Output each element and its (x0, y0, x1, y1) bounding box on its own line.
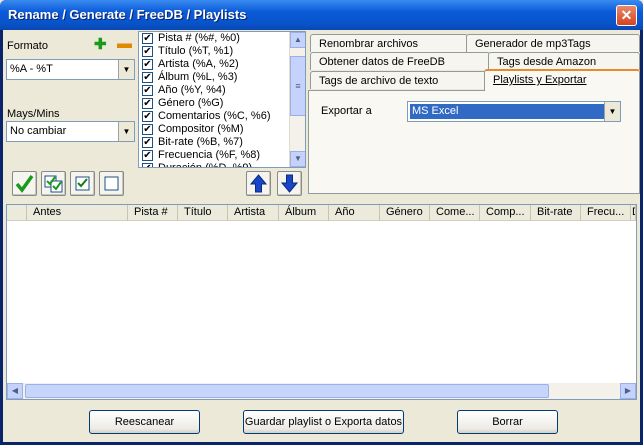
window-title: Rename / Generate / FreeDB / Playlists (8, 7, 247, 22)
delete-button[interactable]: Borrar (457, 410, 558, 434)
rescan-button[interactable]: Reescanear (89, 410, 200, 434)
arrow-down-icon (280, 174, 299, 193)
checkbox-icon[interactable]: ✔ (142, 33, 153, 44)
tab-generador[interactable]: Generador de mp3Tags (466, 34, 640, 52)
grid-col[interactable]: Frecu... (581, 205, 631, 221)
checkbox-checked-button[interactable] (70, 171, 95, 196)
grid-col[interactable]: Año (329, 205, 380, 221)
checkbox-icon[interactable]: ✔ (142, 163, 153, 167)
grid-col[interactable]: Artista (228, 205, 279, 221)
title-bar: Rename / Generate / FreeDB / Playlists ✕ (0, 0, 643, 30)
tab-texto[interactable]: Tags de archivo de texto (310, 71, 486, 89)
grid-col[interactable]: D (631, 205, 636, 221)
green-check-icon (15, 174, 34, 193)
grid-col[interactable]: Antes (27, 205, 128, 221)
checkbox-checked-icon (75, 176, 90, 191)
export-value: MS Excel (410, 104, 604, 119)
field-row[interactable]: ✔ Género (%G) (139, 97, 305, 110)
client-area: Formato ✚ ▬ %A - %T ▼ Mays/Mins No cambi… (3, 30, 640, 442)
tab-playlists[interactable]: Playlists y Exportar (484, 69, 640, 91)
field-row[interactable]: ✔ Artista (%A, %2) (139, 58, 305, 71)
plus-icon[interactable]: ✚ (94, 35, 107, 53)
checkbox-icon[interactable]: ✔ (142, 72, 153, 83)
field-row[interactable]: ✔ Título (%T, %1) (139, 45, 305, 58)
field-row[interactable]: ✔ Frecuencia (%F, %8) (139, 149, 305, 162)
grid-col[interactable]: Título (178, 205, 228, 221)
field-label: Compositor (%M) (158, 123, 244, 135)
field-label: Frecuencia (%F, %8) (158, 149, 261, 161)
grid-col[interactable]: Género (380, 205, 430, 221)
scroll-thumb[interactable]: ≡ (290, 56, 305, 116)
checkbox-icon[interactable]: ✔ (142, 150, 153, 161)
field-row[interactable]: ✔ Año (%Y, %4) (139, 84, 305, 97)
field-label: Título (%T, %1) (158, 45, 234, 57)
field-label: Comentarios (%C, %6) (158, 110, 271, 122)
tab-amazon[interactable]: Tags desde Amazon (488, 52, 640, 70)
grid-col[interactable]: Comp... (480, 205, 531, 221)
chevron-down-icon[interactable]: ▼ (118, 60, 134, 79)
mays-combo[interactable]: No cambiar ▼ (6, 121, 135, 142)
scroll-thumb[interactable] (25, 384, 549, 398)
arrow-up-icon (249, 174, 268, 193)
scroll-down-icon[interactable]: ▼ (290, 151, 305, 167)
formato-value: %A - %T (10, 63, 53, 75)
field-label: Bit-rate (%B, %7) (158, 136, 243, 148)
grid-header: Antes Pista # Título Artista Álbum Año G… (7, 205, 636, 221)
close-button[interactable]: ✕ (616, 5, 637, 26)
checkbox-icon[interactable]: ✔ (142, 111, 153, 122)
tab-freedb[interactable]: Obtener datos de FreeDB (310, 52, 490, 70)
save-export-button[interactable]: Guardar playlist o Exporta datos (243, 410, 404, 434)
field-label: Género (%G) (158, 97, 224, 109)
vertical-scrollbar[interactable]: ▲ ≡ ▼ (289, 32, 305, 167)
checkbox-empty-icon (104, 176, 119, 191)
window: Rename / Generate / FreeDB / Playlists ✕… (0, 0, 643, 445)
checkbox-icon[interactable]: ✔ (142, 124, 153, 135)
grid-col[interactable]: Come... (430, 205, 480, 221)
file-grid[interactable]: Antes Pista # Título Artista Álbum Año G… (6, 204, 637, 400)
scroll-left-icon[interactable]: ◀ (7, 383, 23, 399)
field-row[interactable]: ✔ Comentarios (%C, %6) (139, 110, 305, 123)
checkbox-icon[interactable]: ✔ (142, 59, 153, 70)
checkbox-icon[interactable]: ✔ (142, 46, 153, 57)
field-row[interactable]: ✔ Álbum (%L, %3) (139, 71, 305, 84)
field-row[interactable]: ✔ Bit-rate (%B, %7) (139, 136, 305, 149)
field-checklist[interactable]: ✔ Pista # (%#, %0) ✔ Título (%T, %1) ✔ Artist… (138, 31, 306, 168)
scroll-up-icon[interactable]: ▲ (290, 32, 305, 48)
field-row[interactable]: ✔ Pista # (%#, %0) (139, 32, 305, 45)
field-row[interactable]: ✔ Compositor (%M) (139, 123, 305, 136)
multi-check-icon (44, 175, 63, 193)
checkbox-icon[interactable]: ✔ (142, 137, 153, 148)
grid-col[interactable]: Pista # (128, 205, 178, 221)
grid-col[interactable]: Álbum (279, 205, 329, 221)
checkbox-icon[interactable]: ✔ (142, 85, 153, 96)
field-label: Pista # (%#, %0) (158, 32, 240, 44)
grid-col[interactable]: Bit-rate (531, 205, 581, 221)
check-all-button[interactable] (12, 171, 37, 196)
move-down-button[interactable] (277, 171, 302, 196)
field-label: Artista (%A, %2) (158, 58, 239, 70)
chevron-down-icon[interactable]: ▼ (604, 102, 620, 121)
checkbox-empty-button[interactable] (99, 171, 124, 196)
tab-renombrar[interactable]: Renombrar archivos (310, 34, 468, 52)
move-up-button[interactable] (246, 171, 271, 196)
field-label: Año (%Y, %4) (158, 84, 226, 96)
tab-panel-playlists: Exportar a MS Excel ▼ (308, 90, 640, 194)
check-selected-button[interactable] (41, 171, 66, 196)
chevron-down-icon[interactable]: ▼ (118, 122, 134, 141)
checkbox-icon[interactable]: ✔ (142, 98, 153, 109)
mays-value: No cambiar (10, 125, 67, 137)
minus-icon[interactable]: ▬ (117, 35, 132, 52)
formato-label: Formato (7, 40, 48, 52)
formato-combo[interactable]: %A - %T ▼ (6, 59, 135, 80)
tab-area: Renombrar archivos Generador de mp3Tags … (308, 34, 640, 194)
grid-col-blank[interactable] (7, 205, 27, 221)
export-label: Exportar a (321, 105, 372, 117)
scroll-right-icon[interactable]: ▶ (620, 383, 636, 399)
export-combo[interactable]: MS Excel ▼ (407, 101, 621, 122)
horizontal-scrollbar[interactable]: ◀ ▶ (7, 383, 636, 399)
mays-label: Mays/Mins (7, 108, 60, 120)
field-label: Duración (%D, %9) (158, 162, 253, 168)
field-row[interactable]: ✔ Duración (%D, %9) (139, 162, 305, 168)
field-label: Álbum (%L, %3) (158, 71, 238, 83)
